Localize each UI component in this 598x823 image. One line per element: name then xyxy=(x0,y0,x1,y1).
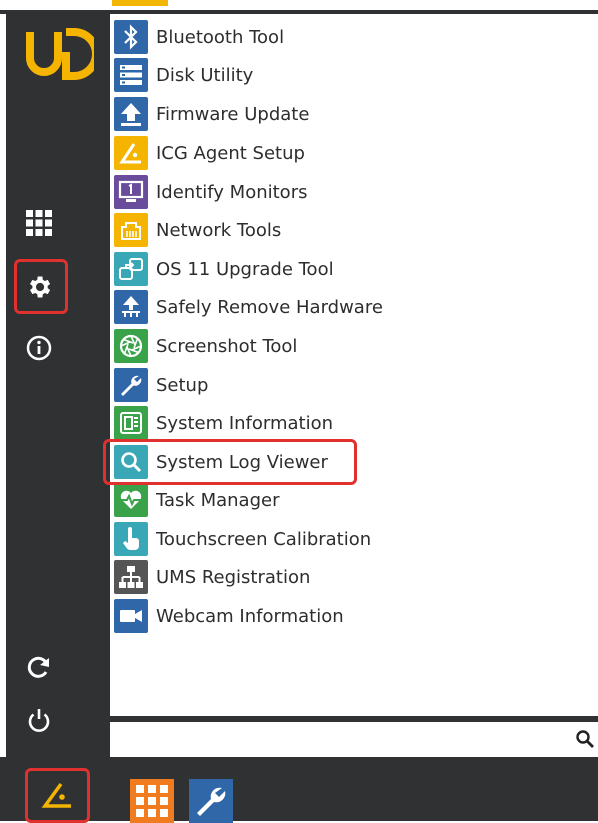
menu-item-safely-remove-hardware[interactable]: Safely Remove Hardware xyxy=(114,288,554,326)
sidebar xyxy=(6,14,110,757)
menu-item-label: Screenshot Tool xyxy=(156,335,298,357)
menu-item-label: Disk Utility xyxy=(156,64,254,86)
menu-item-network-tools[interactable]: Network Tools xyxy=(114,211,554,249)
background-tab xyxy=(112,0,168,6)
menu-item-label: OS 11 Upgrade Tool xyxy=(156,258,334,280)
menu-item-label: Touchscreen Calibration xyxy=(156,528,372,550)
upgrade-icon xyxy=(114,252,148,286)
touch-icon xyxy=(114,522,148,556)
menu-item-touchscreen-calibration[interactable]: Touchscreen Calibration xyxy=(114,520,554,558)
menu-item-label: Setup xyxy=(156,374,209,396)
menu-item-label: Task Manager xyxy=(156,489,280,511)
menu-item-task-manager[interactable]: Task Manager xyxy=(114,481,554,519)
menu-item-disk-utility[interactable]: Disk Utility xyxy=(114,56,554,94)
menu-item-ums-registration[interactable]: UMS Registration xyxy=(114,558,554,596)
menu-item-label: ICG Agent Setup xyxy=(156,142,305,164)
disk-icon xyxy=(114,58,148,92)
restart-icon xyxy=(27,656,49,678)
menu-item-webcam-information[interactable]: Webcam Information xyxy=(114,597,554,635)
restart-button[interactable] xyxy=(20,648,58,686)
icg-agent-icon xyxy=(114,136,148,170)
taskbar-setup-button[interactable] xyxy=(189,779,233,823)
menu-item-label: Firmware Update xyxy=(156,103,310,125)
power-button[interactable] xyxy=(20,701,58,739)
menu-item-screenshot-tool[interactable]: Screenshot Tool xyxy=(114,327,554,365)
power-icon xyxy=(28,709,50,732)
menu-item-icg-agent-setup[interactable]: ICG Agent Setup xyxy=(114,134,554,172)
menu-item-os-11-upgrade-tool[interactable]: OS 11 Upgrade Tool xyxy=(114,250,554,288)
usb-icon xyxy=(114,290,148,324)
menu-item-bluetooth-tool[interactable]: Bluetooth Tool xyxy=(114,18,554,56)
apps-grid-icon xyxy=(130,779,174,823)
wrench-icon xyxy=(114,368,148,402)
wrench-icon xyxy=(189,779,233,823)
menu-item-label: Network Tools xyxy=(156,219,282,241)
start-button-highlight xyxy=(25,768,90,823)
info-icon xyxy=(26,335,52,361)
monitor-icon xyxy=(114,175,148,209)
settings-highlight xyxy=(14,259,68,314)
webcam-icon xyxy=(114,599,148,633)
heartbeat-icon xyxy=(114,483,148,517)
background-window-strip xyxy=(0,0,598,14)
search-bar[interactable] xyxy=(110,722,598,756)
camera-shutter-icon xyxy=(114,329,148,363)
chip-icon xyxy=(114,406,148,440)
menu-item-firmware-update[interactable]: Firmware Update xyxy=(114,95,554,133)
menu-item-setup[interactable]: Setup xyxy=(114,366,554,404)
apps-grid-icon xyxy=(26,210,52,236)
menu-item-label: Bluetooth Tool xyxy=(156,26,285,48)
menu-item-label: UMS Registration xyxy=(156,566,311,588)
menu-item-system-information[interactable]: System Information xyxy=(114,404,554,442)
network-icon xyxy=(114,213,148,247)
info-button[interactable] xyxy=(20,329,58,367)
logo xyxy=(26,28,94,80)
menu-item-label: System Information xyxy=(156,412,334,434)
menu-item-label: Safely Remove Hardware xyxy=(156,296,383,318)
search-icon[interactable] xyxy=(574,728,596,750)
system-log-viewer-highlight xyxy=(103,439,357,485)
bluetooth-icon xyxy=(114,20,148,54)
menu-item-label: Webcam Information xyxy=(156,605,344,627)
taskbar xyxy=(0,757,598,823)
application-menu: Bluetooth Tool Disk Utility Firmware Upd… xyxy=(110,14,598,716)
apps-grid-button[interactable] xyxy=(20,204,58,242)
menu-item-identify-monitors[interactable]: Identify Monitors xyxy=(114,173,554,211)
network-tree-icon xyxy=(114,560,148,594)
menu-item-label: Identify Monitors xyxy=(156,181,308,203)
taskbar-apps-button[interactable] xyxy=(130,779,174,823)
upload-arrow-icon xyxy=(114,97,148,131)
